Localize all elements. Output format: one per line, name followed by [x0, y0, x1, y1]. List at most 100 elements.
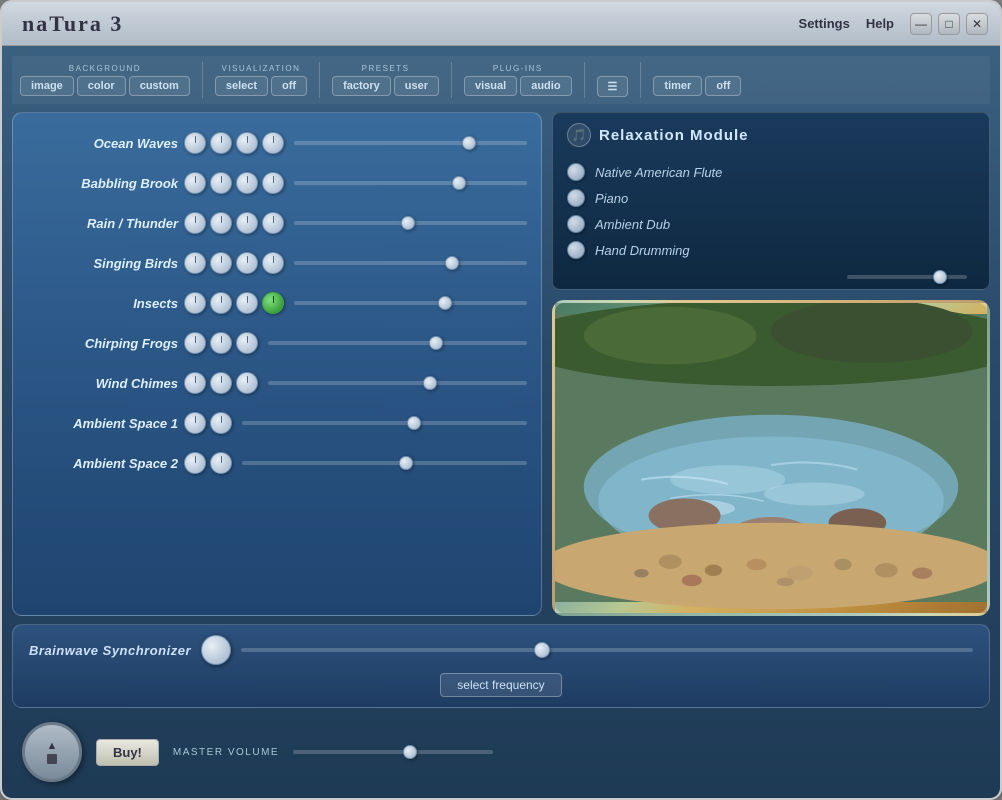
- rm-knob-piano[interactable]: [567, 189, 585, 207]
- knob-bb-3[interactable]: [236, 172, 258, 194]
- knob-ow-4[interactable]: [262, 132, 284, 154]
- timer-off-button[interactable]: off: [705, 76, 741, 96]
- knob-rt-2[interactable]: [210, 212, 232, 234]
- knob-as2-1[interactable]: [184, 452, 206, 474]
- rm-slider-handle[interactable]: [933, 270, 947, 284]
- plugins-buttons: visual audio: [464, 76, 572, 96]
- presets-user-button[interactable]: user: [394, 76, 439, 96]
- brainwave-knob[interactable]: [201, 635, 231, 665]
- toolbar-sep-4: [584, 62, 585, 98]
- rm-item-ambient-dub: Ambient Dub: [567, 211, 975, 237]
- plugins-visual-button[interactable]: visual: [464, 76, 517, 96]
- rm-item-native-flute: Native American Flute: [567, 159, 975, 185]
- knob-sb-4[interactable]: [262, 252, 284, 274]
- timer-button[interactable]: timer: [653, 76, 702, 96]
- sound-row-rain-thunder: Rain / Thunder: [23, 205, 531, 241]
- sound-row-ambient-space-2: Ambient Space 2: [23, 445, 531, 481]
- slider-insects: [294, 301, 527, 305]
- stream-image: [552, 300, 990, 616]
- plugins-label: PLUG-INS: [493, 64, 543, 73]
- slider-handle-ocean-waves[interactable]: [462, 136, 476, 150]
- window-controls: — □ ✕: [910, 13, 988, 35]
- knob-in-2[interactable]: [210, 292, 232, 314]
- knob-cf-3[interactable]: [236, 332, 258, 354]
- knob-in-1[interactable]: [184, 292, 206, 314]
- knob-sb-1[interactable]: [184, 252, 206, 274]
- minimize-button[interactable]: —: [910, 13, 932, 35]
- knob-wc-3[interactable]: [236, 372, 258, 394]
- knob-cf-1[interactable]: [184, 332, 206, 354]
- rm-knob-ambient-dub[interactable]: [567, 215, 585, 233]
- knob-bb-2[interactable]: [210, 172, 232, 194]
- knob-ow-2[interactable]: [210, 132, 232, 154]
- sound-name-singing-birds: Singing Birds: [23, 256, 178, 271]
- sound-row-babbling-brook: Babbling Brook: [23, 165, 531, 201]
- sound-knobs-chirping-frogs: [184, 332, 258, 354]
- plugins-audio-button[interactable]: audio: [520, 76, 571, 96]
- knob-cf-2[interactable]: [210, 332, 232, 354]
- background-label: BACKGROUND: [69, 64, 141, 73]
- knob-ow-3[interactable]: [236, 132, 258, 154]
- knob-wc-1[interactable]: [184, 372, 206, 394]
- slider-handle-rain-thunder[interactable]: [401, 216, 415, 230]
- knob-in-3[interactable]: [236, 292, 258, 314]
- main-window: naTura 3 Settings Help — □ ✕ BACKGROUND …: [0, 0, 1002, 800]
- maximize-button[interactable]: □: [938, 13, 960, 35]
- rm-header: 🎵 Relaxation Module: [567, 123, 975, 147]
- knob-as1-2[interactable]: [210, 412, 232, 434]
- body-area: Ocean Waves Babbling Brook: [12, 112, 990, 616]
- visualization-label: VISUALIZATION: [221, 64, 300, 73]
- list-button[interactable]: ☰: [597, 76, 629, 97]
- presets-label: PRESETS: [362, 64, 410, 73]
- rm-icon: 🎵: [567, 123, 591, 147]
- knob-sb-2[interactable]: [210, 252, 232, 274]
- buy-button[interactable]: Buy!: [96, 739, 159, 766]
- help-link[interactable]: Help: [866, 16, 894, 31]
- viz-off-button[interactable]: off: [271, 76, 307, 96]
- knob-as1-1[interactable]: [184, 412, 206, 434]
- slider-handle-babbling-brook[interactable]: [452, 176, 466, 190]
- sound-knobs-ambient-space-2: [184, 452, 232, 474]
- slider-handle-singing-birds[interactable]: [445, 256, 459, 270]
- knob-ow-1[interactable]: [184, 132, 206, 154]
- knob-in-4[interactable]: [262, 292, 284, 314]
- slider-handle-chirping-frogs[interactable]: [429, 336, 443, 350]
- knob-as2-2[interactable]: [210, 452, 232, 474]
- select-frequency-button[interactable]: select frequency: [440, 673, 561, 697]
- nav-circle[interactable]: ▲: [22, 722, 82, 782]
- bg-color-button[interactable]: color: [77, 76, 126, 96]
- nav-up-arrow[interactable]: ▲: [47, 740, 58, 752]
- viz-select-button[interactable]: select: [215, 76, 268, 96]
- sound-knobs-rain-thunder: [184, 212, 284, 234]
- slider-wind-chimes: [268, 381, 527, 385]
- master-volume-handle[interactable]: [403, 745, 417, 759]
- knob-bb-4[interactable]: [262, 172, 284, 194]
- nav-stop[interactable]: [47, 754, 57, 764]
- slider-ambient-space-2: [242, 461, 527, 465]
- app-title: naTura 3: [14, 11, 799, 37]
- knob-sb-3[interactable]: [236, 252, 258, 274]
- slider-handle-wind-chimes[interactable]: [423, 376, 437, 390]
- slider-handle-insects[interactable]: [438, 296, 452, 310]
- settings-link[interactable]: Settings: [799, 16, 850, 31]
- slider-handle-ambient-space-1[interactable]: [407, 416, 421, 430]
- background-buttons: image color custom: [20, 76, 190, 96]
- sound-row-ocean-waves: Ocean Waves: [23, 125, 531, 161]
- rm-title: Relaxation Module: [599, 127, 749, 144]
- toolbar-group-presets: PRESETS factory user: [332, 64, 439, 96]
- timer-label: [696, 64, 700, 73]
- knob-bb-1[interactable]: [184, 172, 206, 194]
- brainwave-slider-handle[interactable]: [534, 642, 550, 658]
- rm-knob-hand-drumming[interactable]: [567, 241, 585, 259]
- knob-rt-4[interactable]: [262, 212, 284, 234]
- rm-knob-native-flute[interactable]: [567, 163, 585, 181]
- knob-rt-1[interactable]: [184, 212, 206, 234]
- close-button[interactable]: ✕: [966, 13, 988, 35]
- knob-wc-2[interactable]: [210, 372, 232, 394]
- presets-factory-button[interactable]: factory: [332, 76, 391, 96]
- slider-handle-ambient-space-2[interactable]: [399, 456, 413, 470]
- list-label: [611, 64, 615, 73]
- bg-custom-button[interactable]: custom: [129, 76, 190, 96]
- bg-image-button[interactable]: image: [20, 76, 74, 96]
- knob-rt-3[interactable]: [236, 212, 258, 234]
